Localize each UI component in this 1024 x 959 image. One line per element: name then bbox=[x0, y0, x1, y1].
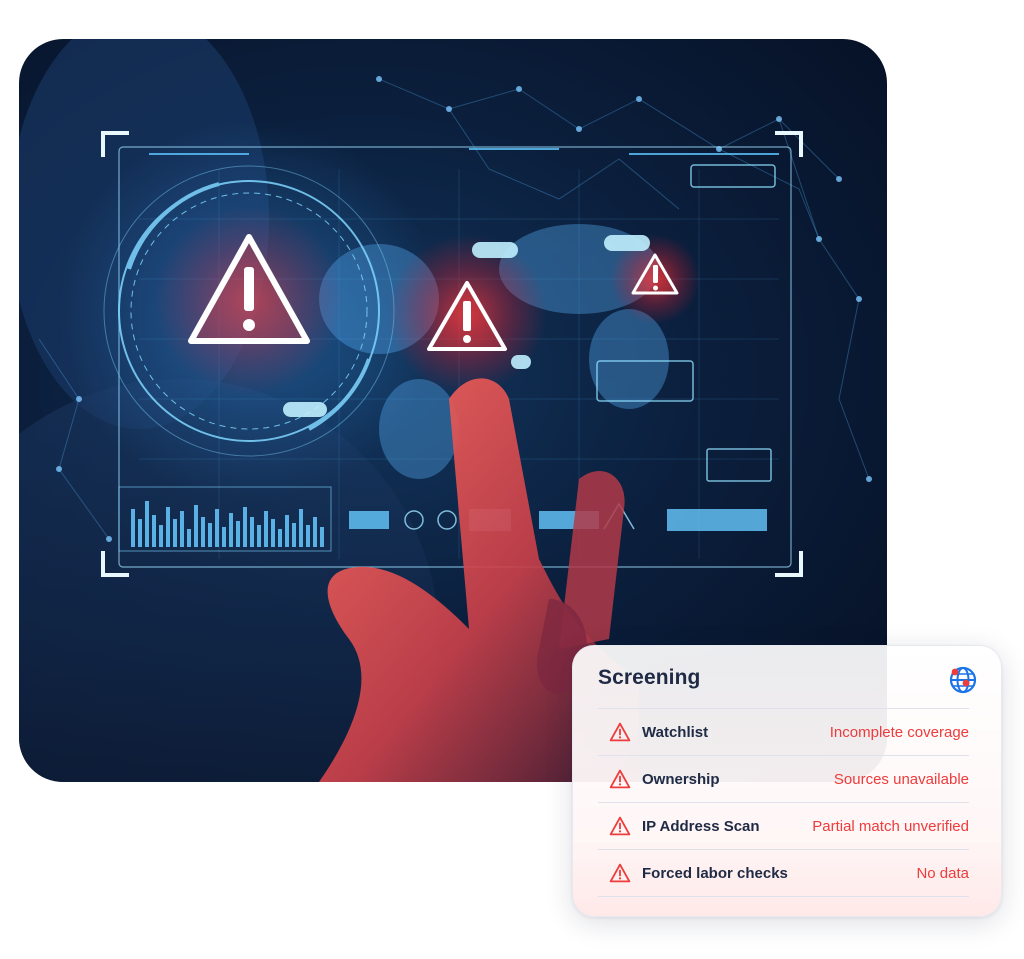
page: Screening Watchlist Incomplete coverage … bbox=[0, 0, 1024, 959]
list-item: Forced labor checks No data bbox=[598, 849, 969, 897]
warning-icon bbox=[609, 722, 631, 742]
row-label: IP Address Scan bbox=[642, 817, 760, 835]
row-status: Incomplete coverage bbox=[829, 723, 969, 741]
globe-icon bbox=[949, 666, 977, 694]
screening-list: Watchlist Incomplete coverage Ownership … bbox=[598, 708, 969, 897]
warning-icon bbox=[609, 863, 631, 883]
row-status: No data bbox=[916, 864, 969, 882]
screening-card: Screening Watchlist Incomplete coverage … bbox=[572, 645, 1002, 917]
warning-icon bbox=[609, 816, 631, 836]
row-label: Watchlist bbox=[642, 723, 709, 741]
card-header: Screening bbox=[598, 664, 979, 698]
card-title: Screening bbox=[598, 666, 701, 689]
row-label: Ownership bbox=[642, 770, 720, 788]
row-label: Forced labor checks bbox=[642, 864, 788, 882]
warning-icon bbox=[609, 769, 631, 789]
list-item: Watchlist Incomplete coverage bbox=[598, 708, 969, 755]
list-item: Ownership Sources unavailable bbox=[598, 755, 969, 802]
row-status: Sources unavailable bbox=[833, 770, 969, 788]
row-status: Partial match unverified bbox=[812, 817, 969, 835]
list-item: IP Address Scan Partial match unverified bbox=[598, 802, 969, 849]
